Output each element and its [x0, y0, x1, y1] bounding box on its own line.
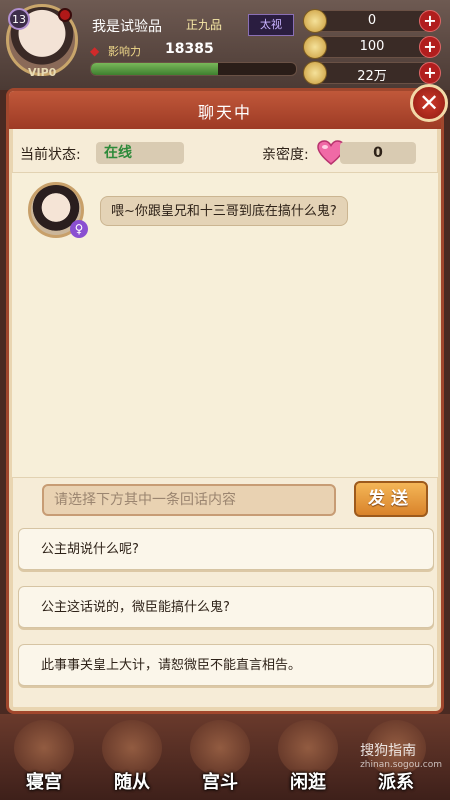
- notification-dot: [58, 8, 72, 22]
- resource-value: 100: [359, 39, 385, 54]
- add-silver-button[interactable]: +: [419, 62, 441, 84]
- vip-label[interactable]: VIP0: [28, 66, 56, 79]
- reply-option[interactable]: 此事事关皇上大计，请恕微臣不能直言相告。: [18, 644, 434, 686]
- npc-message-bubble: 喂~你跟皇兄和十三哥到底在搞什么鬼?: [100, 196, 348, 226]
- nav-item-battle[interactable]: 宫斗: [176, 714, 264, 800]
- status-label: 当前状态:: [20, 147, 81, 163]
- nav-label: 派系: [378, 772, 414, 793]
- rank-tag: 正九品: [186, 18, 223, 32]
- reply-option[interactable]: 公主胡说什么呢?: [18, 528, 434, 570]
- watermark-text: 搜狗指南: [360, 743, 417, 759]
- add-ingot-button[interactable]: +: [419, 36, 441, 58]
- intimacy-value: 0: [340, 142, 416, 164]
- power-value: 18385: [165, 41, 214, 57]
- status-value: 在线: [96, 142, 184, 164]
- watermark: 搜狗指南 zhinan.sogou.com: [360, 740, 442, 770]
- resource-ingot: 100 +: [303, 35, 441, 59]
- level-badge: 13: [8, 8, 30, 30]
- nav-label: 闲逛: [290, 772, 326, 793]
- send-button[interactable]: 发送: [354, 481, 428, 517]
- silver-icon: [303, 61, 327, 85]
- watermark-sub: zhinan.sogou.com: [360, 760, 442, 770]
- reply-option[interactable]: 公主这话说的，微臣能搞什么鬼?: [18, 586, 434, 628]
- rank-badge: 太视: [248, 14, 294, 36]
- intimacy-label: 亲密度:: [262, 147, 309, 163]
- power-bar: [90, 62, 297, 76]
- player-name: 我是试验品: [92, 19, 162, 35]
- nav-item-palace[interactable]: 寝宫: [0, 714, 88, 800]
- nav-item-stroll[interactable]: 闲逛: [264, 714, 352, 800]
- female-icon: ♀: [70, 220, 88, 238]
- nav-label: 寝宫: [26, 772, 62, 793]
- dialog-title: 聊天中: [197, 103, 252, 122]
- dialog-header: 聊天中: [9, 91, 441, 129]
- resource-value: 0: [367, 13, 377, 28]
- nav-item-attendant[interactable]: 随从: [88, 714, 176, 800]
- close-button[interactable]: ✕: [410, 84, 448, 122]
- resource-silver: 22万 +: [303, 61, 441, 85]
- nav-label: 随从: [114, 772, 150, 793]
- reply-input[interactable]: [42, 484, 336, 516]
- power-bar-fill: [91, 63, 219, 75]
- power-label: 影响力: [108, 45, 141, 58]
- resource-coin: 0 +: [303, 9, 441, 33]
- nav-label: 宫斗: [202, 772, 238, 793]
- ingot-icon: [303, 35, 327, 59]
- coin-icon: [303, 9, 327, 33]
- resource-value: 22万: [357, 69, 387, 84]
- add-coin-button[interactable]: +: [419, 10, 441, 32]
- power-icon: ◆: [90, 44, 100, 58]
- top-hud: 13 VIP0 我是试验品 正九品 太视 ◆ 影响力 18385 0 + 100…: [0, 0, 450, 90]
